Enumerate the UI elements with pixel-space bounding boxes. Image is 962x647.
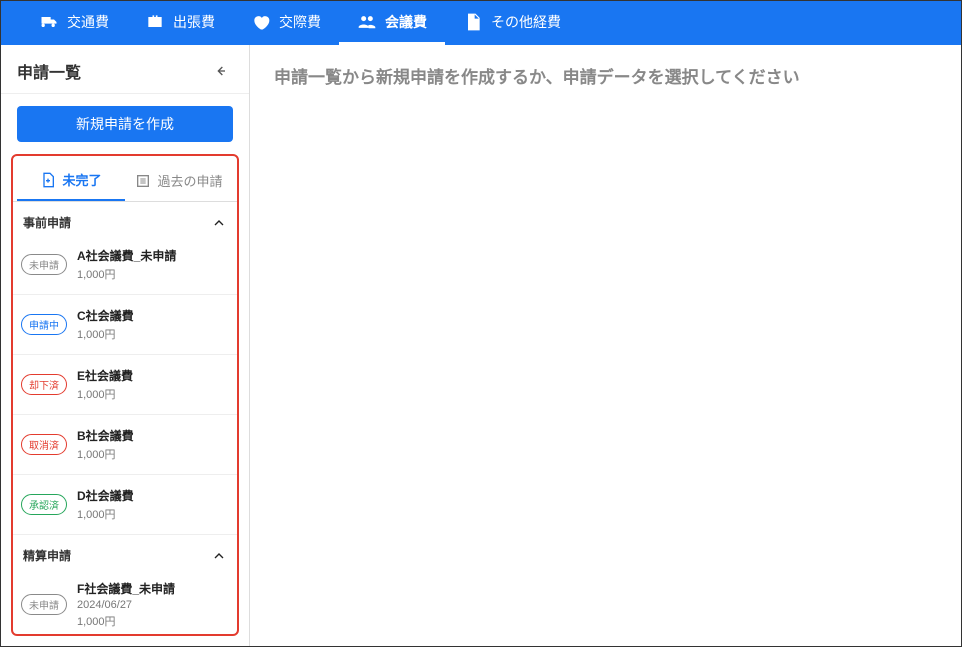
nav-label: 交際費 <box>279 12 321 32</box>
item-amount: 1,000円 <box>77 446 134 462</box>
nav-meeting[interactable]: 会議費 <box>339 1 445 45</box>
item-title: C社会議費 <box>77 307 134 324</box>
item-title: F社会議費_未申請 <box>77 580 175 597</box>
document-icon <box>463 12 483 32</box>
item-date: 2024/06/27 <box>77 599 175 611</box>
item-body: A社会議費_未申請 1,000円 <box>77 247 176 282</box>
create-new-button[interactable]: 新規申請を作成 <box>17 106 233 142</box>
sidebar-header: 申請一覧 <box>1 45 249 94</box>
item-amount: 1,000円 <box>77 326 134 342</box>
file-add-icon <box>40 172 56 188</box>
tab-label: 過去の申請 <box>157 171 222 190</box>
nav-other[interactable]: その他経費 <box>445 1 579 45</box>
status-badge: 未申請 <box>21 254 67 275</box>
item-amount: 1,000円 <box>77 613 175 629</box>
list-item[interactable]: 未申請 A社会議費_未申請 1,000円 <box>13 235 237 295</box>
item-title: D社会議費 <box>77 487 134 504</box>
status-badge: 取消済 <box>21 434 67 455</box>
truck-icon <box>39 12 59 32</box>
back-button[interactable] <box>209 59 233 83</box>
list-icon <box>135 173 151 189</box>
item-body: F社会議費_未申請 2024/06/27 1,000円 <box>77 580 175 629</box>
sidebar-title: 申請一覧 <box>17 59 81 83</box>
item-title: B社会議費 <box>77 427 134 444</box>
briefcase-icon <box>145 12 165 32</box>
top-nav: 交通費 出張費 交際費 会議費 その他経費 <box>1 1 961 45</box>
chevron-up-icon <box>211 548 227 564</box>
handshake-icon <box>251 12 271 32</box>
nav-entertainment[interactable]: 交際費 <box>233 1 339 45</box>
nav-trip[interactable]: 出張費 <box>127 1 233 45</box>
people-icon <box>357 12 377 32</box>
nav-label: 出張費 <box>173 12 215 32</box>
content-message: 申請一覧から新規申請を作成するか、申請データを選択してください <box>274 63 937 88</box>
section-header-preapply[interactable]: 事前申請 <box>13 202 237 235</box>
section-header-settlement[interactable]: 精算申請 <box>13 535 237 568</box>
tab-past[interactable]: 過去の申請 <box>125 162 233 201</box>
status-badge: 未申請 <box>21 594 67 615</box>
content-area: 申請一覧から新規申請を作成するか、申請データを選択してください <box>250 45 961 646</box>
list-item[interactable]: 承認済 D社会議費 1,000円 <box>13 475 237 535</box>
sidebar: 申請一覧 新規申請を作成 未完了 過去の申請 事前申請 <box>1 45 250 646</box>
list-item[interactable]: 取消済 B社会議費 1,000円 <box>13 415 237 475</box>
item-amount: 1,000円 <box>77 506 134 522</box>
nav-label: 会議費 <box>385 12 427 32</box>
section-title: 事前申請 <box>23 214 71 231</box>
item-body: B社会議費 1,000円 <box>77 427 134 462</box>
item-title: A社会議費_未申請 <box>77 247 176 264</box>
arrow-left-icon <box>213 63 229 79</box>
new-button-wrap: 新規申請を作成 <box>1 94 249 154</box>
status-badge: 承認済 <box>21 494 67 515</box>
list-item[interactable]: 却下済 E社会議費 1,000円 <box>13 355 237 415</box>
item-amount: 1,000円 <box>77 266 176 282</box>
list-item[interactable]: 未申請 F社会議費_未申請 2024/06/27 1,000円 <box>13 568 237 636</box>
tab-label: 未完了 <box>62 170 101 189</box>
nav-label: その他経費 <box>491 12 561 32</box>
list-item[interactable]: 申請中 C社会議費 1,000円 <box>13 295 237 355</box>
item-body: C社会議費 1,000円 <box>77 307 134 342</box>
status-badge: 申請中 <box>21 314 67 335</box>
nav-transport[interactable]: 交通費 <box>21 1 127 45</box>
status-badge: 却下済 <box>21 374 67 395</box>
item-amount: 1,000円 <box>77 386 133 402</box>
application-list-frame: 未完了 過去の申請 事前申請 未申請 A社会議費_未申請 1,000円 <box>11 154 239 636</box>
item-title: E社会議費 <box>77 367 133 384</box>
tab-pending[interactable]: 未完了 <box>17 162 125 201</box>
item-body: E社会議費 1,000円 <box>77 367 133 402</box>
chevron-up-icon <box>211 215 227 231</box>
section-title: 精算申請 <box>23 547 71 564</box>
item-body: D社会議費 1,000円 <box>77 487 134 522</box>
main-area: 申請一覧 新規申請を作成 未完了 過去の申請 事前申請 <box>1 45 961 646</box>
tabs: 未完了 過去の申請 <box>13 156 237 202</box>
nav-label: 交通費 <box>67 12 109 32</box>
